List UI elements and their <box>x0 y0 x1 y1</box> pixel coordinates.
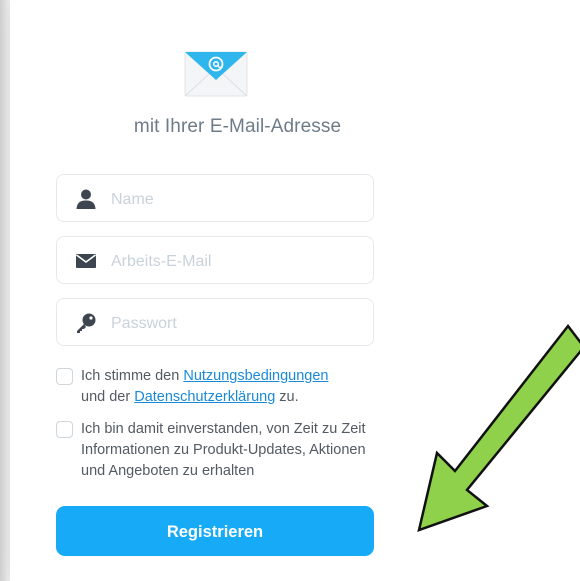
email-field[interactable] <box>56 236 374 284</box>
terms-suffix: zu. <box>275 389 299 405</box>
annotation-arrow-icon <box>417 323 580 532</box>
terms-of-use-link[interactable]: Nutzungsbedingungen <box>183 368 328 384</box>
marketing-consent-text: Ich bin damit einverstanden, von Zeit zu… <box>81 421 366 479</box>
name-input[interactable] <box>109 187 363 213</box>
terms-checkbox[interactable] <box>56 368 73 385</box>
email-envelope-icon <box>184 51 248 97</box>
user-icon <box>76 189 96 209</box>
terms-consent-row: Ich stimme den Nutzungsbedingungen und d… <box>56 366 376 410</box>
privacy-policy-link[interactable]: Datenschutzerklärung <box>134 389 275 405</box>
mail-icon <box>76 254 96 268</box>
marketing-checkbox[interactable] <box>56 421 73 438</box>
key-icon <box>77 313 96 333</box>
register-button[interactable]: Registrieren <box>56 506 374 556</box>
terms-prefix: Ich stimme den <box>81 368 184 384</box>
terms-middle: und der <box>81 389 135 405</box>
password-field[interactable] <box>56 298 374 346</box>
page-subtitle: mit Ihrer E-Mail-Adresse <box>133 116 342 137</box>
email-input[interactable] <box>109 249 363 275</box>
password-input[interactable] <box>109 311 363 337</box>
terms-consent-text: Ich stimme den Nutzungsbedingungen und d… <box>81 366 381 408</box>
name-field[interactable] <box>56 174 374 222</box>
marketing-consent-row: Ich bin damit einverstanden, von Zeit zu… <box>56 419 376 485</box>
left-background <box>0 0 10 581</box>
